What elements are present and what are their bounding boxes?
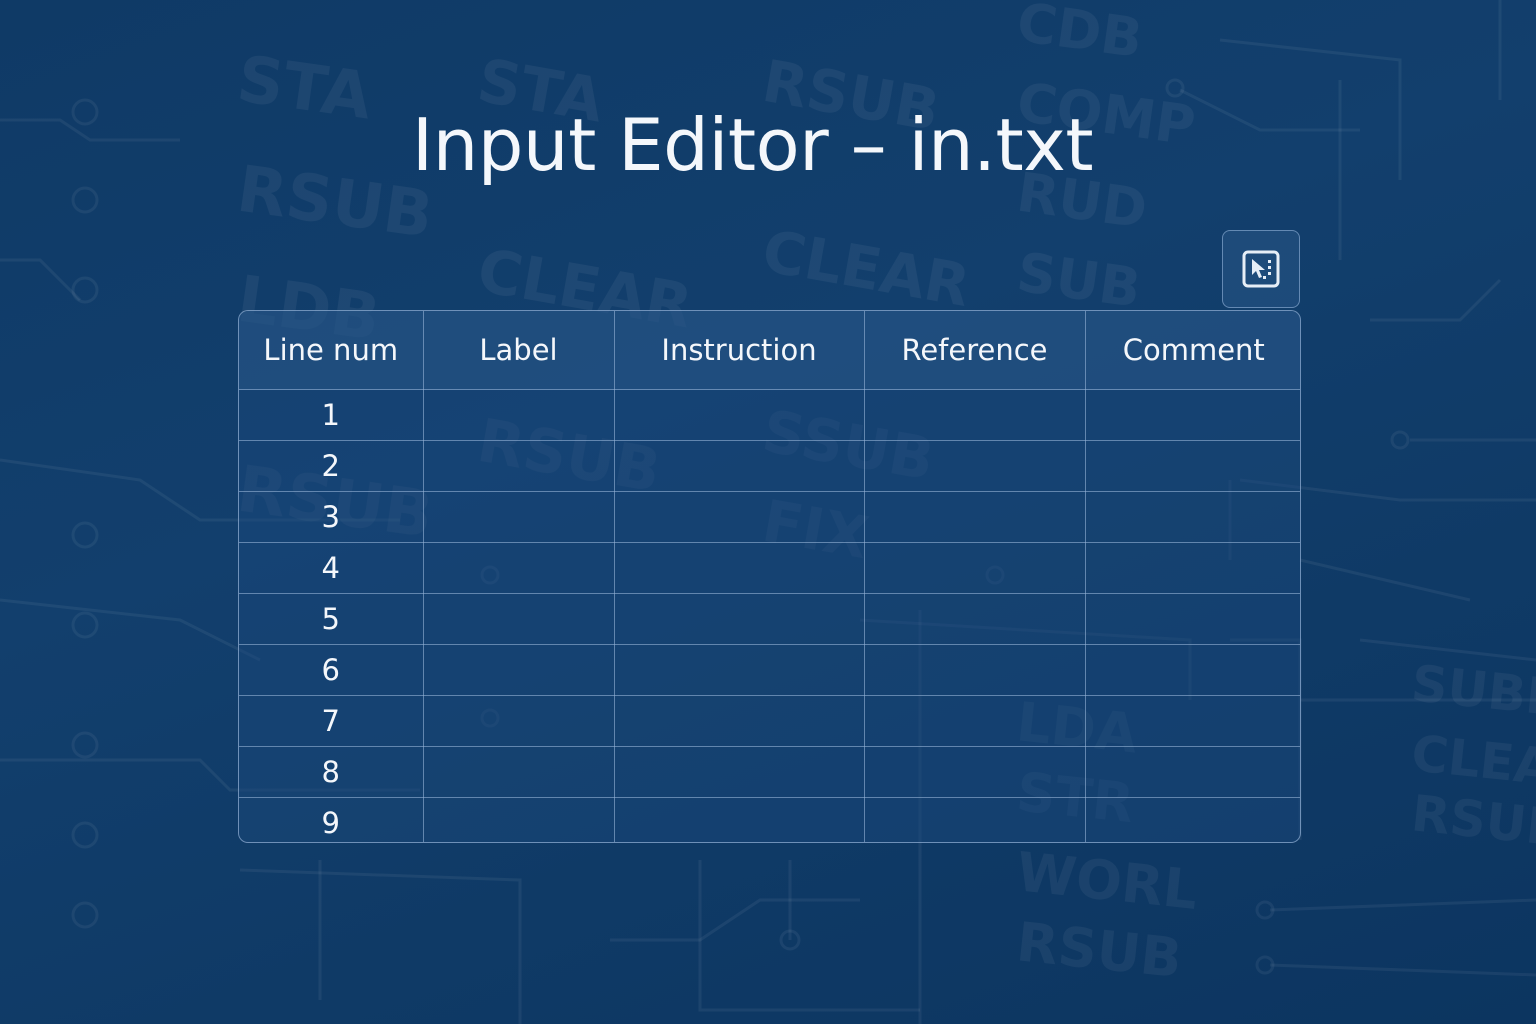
reference-cell[interactable]: [863, 797, 1086, 842]
comment-cell[interactable]: [1084, 491, 1300, 543]
column-header-comment[interactable]: Comment: [1084, 311, 1300, 390]
line-number-cell: 8: [239, 746, 424, 798]
instruction-cell[interactable]: [613, 389, 865, 441]
comment-cell[interactable]: [1084, 644, 1300, 696]
table-row: 7: [239, 695, 1300, 747]
reference-cell[interactable]: [863, 644, 1086, 696]
label-cell[interactable]: [422, 746, 615, 798]
instruction-cell[interactable]: [613, 797, 865, 842]
column-header-label[interactable]: Label: [422, 311, 615, 390]
reference-cell[interactable]: [863, 542, 1086, 594]
column-header-line-num[interactable]: Line num: [239, 311, 424, 390]
reference-cell[interactable]: [863, 491, 1086, 543]
svg-text:CLEAR: CLEAR: [758, 217, 975, 320]
table-row: 5: [239, 593, 1300, 645]
comment-cell[interactable]: [1084, 797, 1300, 842]
selection-cursor-icon: [1242, 250, 1280, 288]
instruction-cell[interactable]: [613, 644, 865, 696]
table-header-row: Line num Label Instruction Reference Com…: [239, 311, 1300, 390]
svg-text:SUB: SUB: [1013, 240, 1144, 320]
reference-cell[interactable]: [863, 440, 1086, 492]
comment-cell[interactable]: [1084, 695, 1300, 747]
comment-cell[interactable]: [1084, 440, 1300, 492]
label-cell[interactable]: [422, 542, 615, 594]
comment-cell[interactable]: [1084, 542, 1300, 594]
column-header-instruction[interactable]: Instruction: [613, 311, 865, 390]
table-row: 2: [239, 440, 1300, 492]
instruction-cell[interactable]: [613, 593, 865, 645]
svg-text:RSUB: RSUB: [1409, 784, 1536, 858]
reference-cell[interactable]: [863, 746, 1086, 798]
reference-cell[interactable]: [863, 695, 1086, 747]
label-cell[interactable]: [422, 644, 615, 696]
instruction-cell[interactable]: [613, 542, 865, 594]
label-cell[interactable]: [422, 593, 615, 645]
line-number-cell: 2: [239, 440, 424, 492]
reference-cell[interactable]: [863, 593, 1086, 645]
column-header-reference[interactable]: Reference: [863, 311, 1086, 390]
table-row: 1: [239, 389, 1300, 441]
page-title: Input Editor – in.txt: [411, 103, 1094, 187]
line-number-cell: 3: [239, 491, 424, 543]
svg-text:WORL: WORL: [1014, 840, 1201, 922]
reference-cell[interactable]: [863, 389, 1086, 441]
line-number-cell: 1: [239, 389, 424, 441]
instruction-cell[interactable]: [613, 491, 865, 543]
table-row: 8: [239, 746, 1300, 798]
selection-tool-button[interactable]: [1222, 230, 1300, 308]
label-cell[interactable]: [422, 440, 615, 492]
line-number-cell: 6: [239, 644, 424, 696]
table-row: 9: [239, 797, 1300, 842]
table-row: 4: [239, 542, 1300, 594]
svg-text:RSUB: RSUB: [1014, 910, 1185, 990]
label-cell[interactable]: [422, 491, 615, 543]
svg-text:SUBD: SUBD: [1409, 654, 1536, 728]
svg-text:CLEAR: CLEAR: [1409, 724, 1536, 800]
line-number-cell: 4: [239, 542, 424, 594]
label-cell[interactable]: [422, 389, 615, 441]
comment-cell[interactable]: [1084, 746, 1300, 798]
line-number-cell: 9: [239, 797, 424, 842]
comment-cell[interactable]: [1084, 593, 1300, 645]
line-number-cell: 5: [239, 593, 424, 645]
instruction-cell[interactable]: [613, 695, 865, 747]
comment-cell[interactable]: [1084, 389, 1300, 441]
label-cell[interactable]: [422, 695, 615, 747]
label-cell[interactable]: [422, 797, 615, 842]
instruction-cell[interactable]: [613, 440, 865, 492]
input-table: Line num Label Instruction Reference Com…: [238, 310, 1301, 843]
svg-text:CDB: CDB: [1013, 0, 1146, 70]
line-number-cell: 7: [239, 695, 424, 747]
instruction-cell[interactable]: [613, 746, 865, 798]
table-row: 3: [239, 491, 1300, 543]
table-row: 6: [239, 644, 1300, 696]
